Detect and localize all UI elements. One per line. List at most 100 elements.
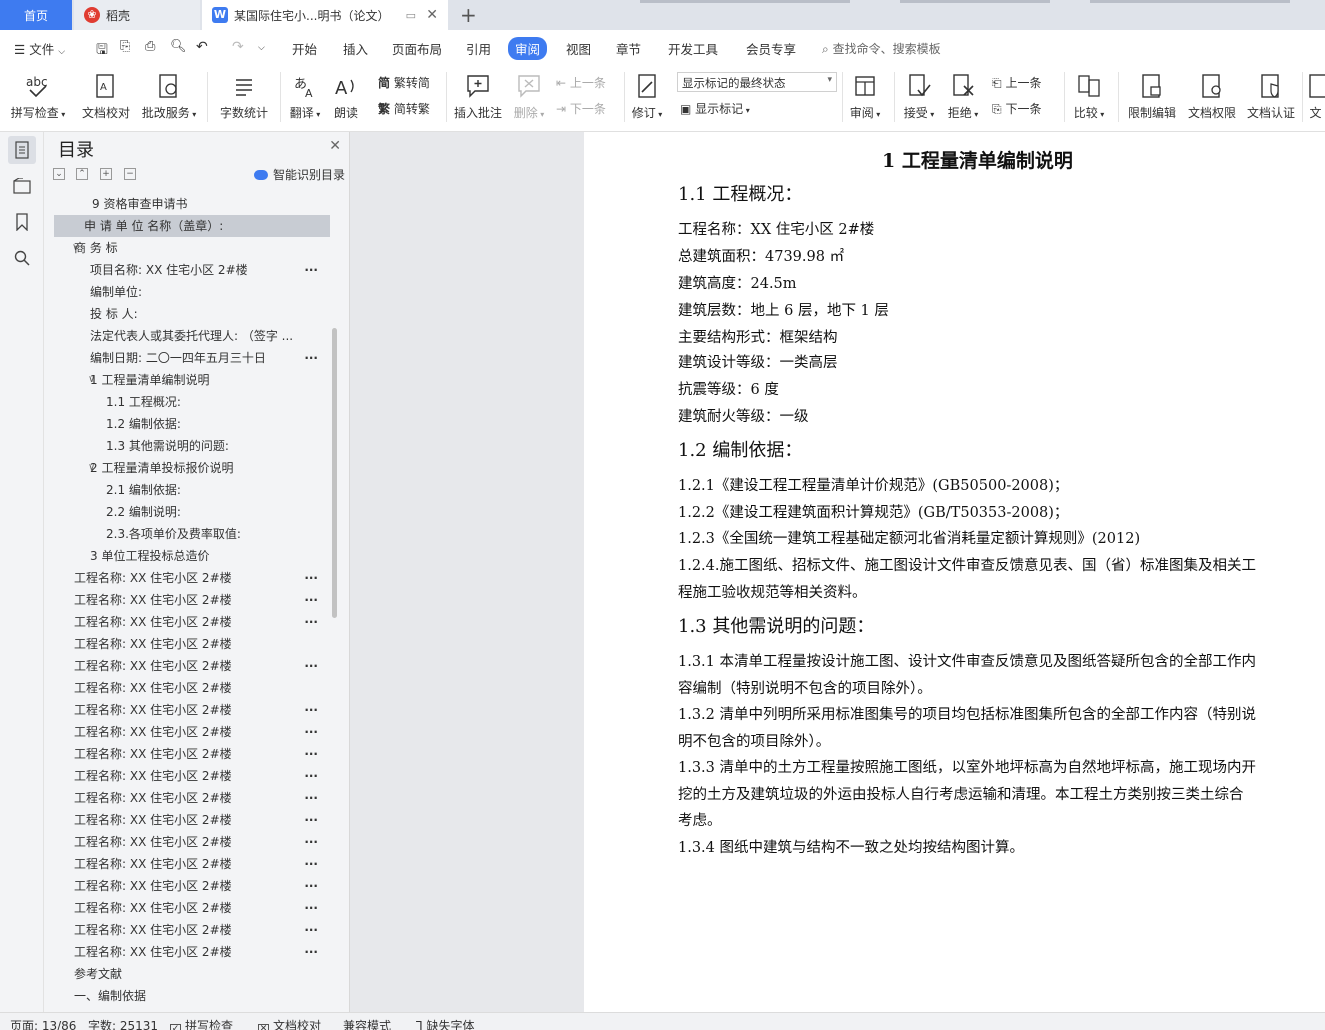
toc-item[interactable]: 2.2 编制说明: — [54, 501, 334, 523]
show-markup-button[interactable]: ▣ 显示标记 ▾ — [680, 100, 750, 117]
toc-item[interactable]: 工程名称: XX 住宅小区 2#楼... — [54, 787, 334, 809]
toc-item[interactable]: 工程名称: XX 住宅小区 2#楼... — [54, 765, 334, 787]
reject-button[interactable]: 拒绝 ▾ — [944, 70, 982, 121]
document-page[interactable]: 1 工程量清单编制说明 1.1 工程概况： 工程名称：XX 住宅小区 2#楼 总… — [584, 132, 1325, 1012]
toc-item[interactable]: ∨ 1 工程量清单编制说明 — [54, 369, 334, 391]
print-icon[interactable]: ⎙ — [145, 39, 155, 54]
toc-item[interactable]: 工程名称: XX 住宅小区 2#楼... — [54, 743, 334, 765]
toc-item[interactable]: 工程名称: XX 住宅小区 2#楼... — [54, 941, 334, 963]
add-level-icon[interactable]: + — [100, 168, 112, 180]
bookmark-icon[interactable] — [8, 208, 36, 236]
markup-state-select[interactable]: 显示标记的最终状态 ▾ — [677, 72, 837, 92]
export-pdf-icon[interactable]: ⎘ — [120, 39, 130, 54]
accept-button[interactable]: 接受 ▾ — [900, 70, 938, 121]
tab-daoke[interactable]: ❀ 稻壳 — [74, 0, 200, 30]
menu-review[interactable]: 审阅 — [508, 37, 548, 60]
approval-service-button[interactable]: 批改服务 ▾ — [140, 70, 198, 121]
word-count-indicator[interactable]: 字数: 25131 — [88, 1017, 158, 1030]
toc-item[interactable]: 工程名称: XX 住宅小区 2#楼... — [54, 699, 334, 721]
menu-references[interactable]: 引用 — [466, 39, 491, 58]
translate-button[interactable]: あA 翻译 ▾ — [286, 70, 324, 121]
toc-item[interactable]: 工程名称: XX 住宅小区 2#楼... — [54, 875, 334, 897]
menu-member[interactable]: 会员专享 — [746, 39, 796, 58]
more-doc-button[interactable]: 文 — [1306, 70, 1325, 121]
menu-page-layout[interactable]: 页面布局 — [392, 39, 442, 58]
tab-document[interactable]: W 某国际住宅小...明书（论文） ▭ ✕ — [202, 0, 448, 30]
menu-developer[interactable]: 开发工具 — [668, 39, 718, 58]
delete-comment-button[interactable]: 删除 ▾ — [510, 70, 548, 121]
outline-icon[interactable] — [8, 172, 36, 200]
quick-access-chevron-icon[interactable]: ⌵ — [258, 43, 265, 53]
simp-to-trad-button[interactable]: 繁 简转繁 — [378, 100, 430, 117]
search-icon[interactable] — [8, 244, 36, 272]
command-search[interactable]: ⌕ 查找命令、搜索模板 — [822, 40, 941, 57]
toc-item[interactable]: 1.3 其他需说明的问题: — [54, 435, 334, 457]
word-count-button[interactable]: 字数统计 — [216, 70, 272, 121]
close-icon[interactable]: ✕ — [329, 138, 341, 154]
prev-comment-button[interactable]: ⇤ 上一条 — [556, 74, 606, 91]
toc-item[interactable]: 工程名称: XX 住宅小区 2#楼 — [54, 633, 334, 655]
toc-item[interactable]: 工程名称: XX 住宅小区 2#楼... — [54, 655, 334, 677]
print-preview-icon[interactable]: 🔍︎ — [170, 39, 187, 54]
next-change-button[interactable]: ⎘ 下一条 — [992, 100, 1041, 117]
review-pane-button[interactable]: 审阅 ▾ — [846, 70, 884, 121]
compare-button[interactable]: 比较 ▾ — [1068, 70, 1110, 121]
toc-item[interactable]: 编制日期: 二〇一四年五月三十日... — [54, 347, 334, 369]
window-icon[interactable]: ▭ — [406, 9, 416, 22]
trad-to-simp-button[interactable]: 简 繁转简 — [378, 74, 430, 91]
toc-item[interactable]: 2.3.各项单价及费率取值: — [54, 523, 334, 545]
menu-view[interactable]: 视图 — [566, 39, 591, 58]
toc-item[interactable]: 工程名称: XX 住宅小区 2#楼... — [54, 809, 334, 831]
doc-certify-button[interactable]: 文档认证 — [1243, 70, 1299, 121]
track-changes-button[interactable]: 修订 ▾ — [628, 70, 666, 121]
toc-item[interactable]: 项目名称: XX 住宅小区 2#楼... — [54, 259, 334, 281]
spell-check-button[interactable]: abc 拼写检查 ▾ — [10, 70, 66, 121]
toc-item[interactable]: 2.1 编制依据: — [54, 479, 334, 501]
smart-toc-button[interactable]: 智能识别目录 — [254, 166, 345, 183]
toc-item[interactable]: 9 资格审查申请书 — [54, 193, 334, 215]
toc-item[interactable]: 工程名称: XX 住宅小区 2#楼... — [54, 919, 334, 941]
toc-item[interactable]: 编制单位: — [54, 281, 334, 303]
toc-item[interactable]: 3 单位工程投标总造价 — [54, 545, 334, 567]
menu-chapter[interactable]: 章节 — [616, 39, 641, 58]
page-indicator[interactable]: 页面: 13/86 — [10, 1017, 76, 1030]
insert-comment-button[interactable]: 插入批注 — [452, 70, 504, 121]
toc-item[interactable]: 投 标 人: — [54, 303, 334, 325]
toc-item[interactable]: 工程名称: XX 住宅小区 2#楼... — [54, 831, 334, 853]
close-tab-icon[interactable]: ✕ — [426, 7, 438, 23]
spell-check-toggle[interactable]: ✓ 拼写检查 — [170, 1017, 233, 1030]
undo-icon[interactable]: ↶ — [196, 39, 208, 55]
redo-icon[interactable]: ↷ — [232, 39, 244, 55]
toc-item[interactable]: 参考文献 — [54, 963, 334, 985]
toc-item[interactable]: 工程名称: XX 住宅小区 2#楼... — [54, 567, 334, 589]
toc-item[interactable]: 申 请 单 位 名称（盖章）: — [54, 215, 330, 237]
next-comment-button[interactable]: ⇥ 下一条 — [556, 100, 606, 117]
tab-home[interactable]: 首页 — [0, 0, 72, 30]
toc-item[interactable]: ∨ 2 工程量清单投标报价说明 — [54, 457, 334, 479]
toc-item[interactable]: 工程名称: XX 住宅小区 2#楼... — [54, 897, 334, 919]
toc-item[interactable]: 工程名称: XX 住宅小区 2#楼... — [54, 611, 334, 633]
menu-insert[interactable]: 插入 — [343, 39, 368, 58]
expand-all-icon[interactable]: ⌄ — [53, 168, 65, 180]
missing-font-button[interactable]: Ꞁ 缺失字体 — [416, 1017, 475, 1030]
read-aloud-button[interactable]: A 朗读 — [330, 70, 362, 121]
toc-item[interactable]: 1.2 编制依据: — [54, 413, 334, 435]
toc-item[interactable]: 法定代表人或其委托代理人: （签字 ... — [54, 325, 334, 347]
save-icon[interactable]: 🖫 — [96, 39, 108, 63]
toc-item[interactable]: 工程名称: XX 住宅小区 2#楼... — [54, 589, 334, 611]
doc-check-button[interactable]: A 文档校对 — [80, 70, 132, 121]
toc-view-icon[interactable] — [8, 136, 36, 164]
doc-permission-button[interactable]: 文档权限 — [1184, 70, 1240, 121]
new-tab-icon[interactable]: + — [460, 3, 477, 27]
toc-item[interactable]: 工程名称: XX 住宅小区 2#楼 — [54, 677, 334, 699]
toc-item[interactable]: ∨ 商 务 标 — [54, 237, 334, 259]
restrict-edit-button[interactable]: 限制编辑 — [1124, 70, 1180, 121]
collapse-all-icon[interactable]: ⌃ — [76, 168, 88, 180]
toc-item[interactable]: 工程名称: XX 住宅小区 2#楼... — [54, 853, 334, 875]
prev-change-button[interactable]: ⎗ 上一条 — [992, 74, 1041, 91]
toc-item[interactable]: 一、编制依据 — [54, 985, 334, 1007]
toc-scrollbar[interactable] — [332, 328, 337, 618]
remove-level-icon[interactable]: − — [124, 168, 136, 180]
toc-item[interactable]: 工程名称: XX 住宅小区 2#楼... — [54, 721, 334, 743]
toc-item[interactable]: 1.1 工程概况: — [54, 391, 334, 413]
